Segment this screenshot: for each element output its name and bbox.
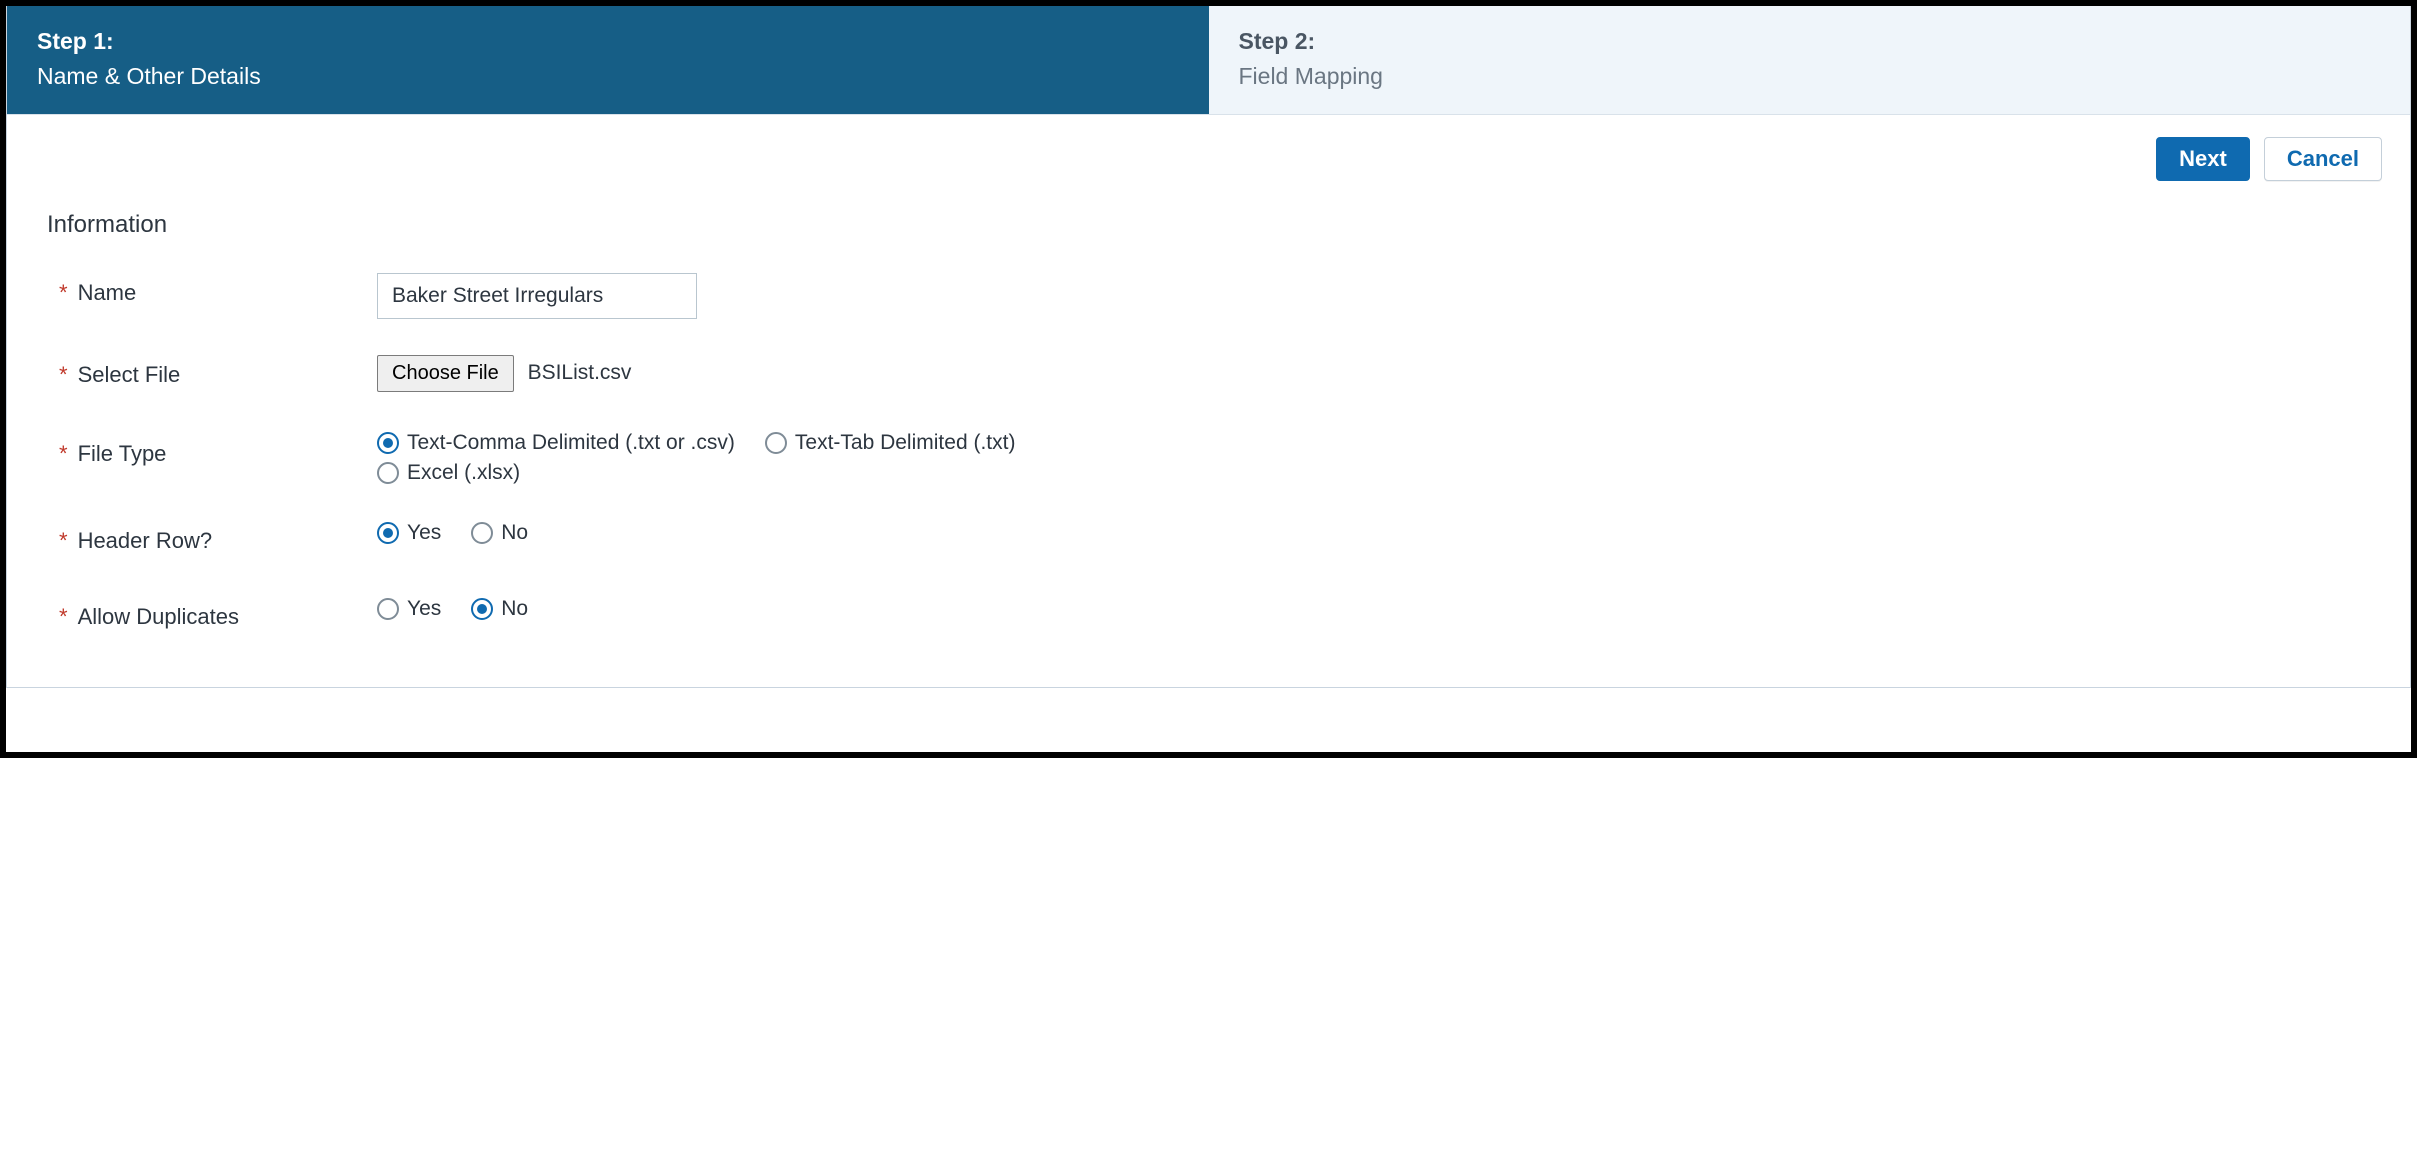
label-name: * Name: [47, 273, 377, 313]
file-type-csv-label: Text-Comma Delimited (.txt or .csv): [407, 431, 735, 455]
name-input[interactable]: [377, 273, 697, 319]
step-tabs: Step 1: Name & Other Details Step 2: Fie…: [7, 6, 2410, 115]
file-type-radio-group: Text-Comma Delimited (.txt or .csv) Text…: [377, 431, 1157, 485]
form-area: Information * Name * Select File Choose: [7, 191, 2410, 687]
label-header-row: * Header Row?: [47, 521, 377, 561]
allow-duplicates-label-text: Allow Duplicates: [78, 604, 239, 630]
select-file-label-text: Select File: [78, 362, 181, 388]
required-marker: *: [59, 362, 68, 388]
next-button[interactable]: Next: [2156, 137, 2250, 181]
file-type-tab-label: Text-Tab Delimited (.txt): [795, 431, 1016, 455]
allow-duplicates-radio-group: Yes No: [377, 597, 2370, 621]
allow-duplicates-yes-label: Yes: [407, 597, 441, 621]
required-marker: *: [59, 441, 68, 467]
row-name: * Name: [47, 273, 2370, 319]
required-marker: *: [59, 604, 68, 630]
step-2-number: Step 2:: [1239, 26, 2381, 57]
row-header-row: * Header Row? Yes No: [47, 521, 2370, 561]
header-row-yes-label: Yes: [407, 521, 441, 545]
step-1-number: Step 1:: [37, 26, 1179, 57]
file-type-option-tab[interactable]: Text-Tab Delimited (.txt): [765, 431, 1016, 455]
allow-duplicates-option-no[interactable]: No: [471, 597, 528, 621]
step-2-title: Field Mapping: [1239, 61, 2381, 92]
allow-duplicates-option-yes[interactable]: Yes: [377, 597, 441, 621]
file-type-label-text: File Type: [78, 441, 167, 467]
row-file-type: * File Type Text-Comma Delimited (.txt o…: [47, 431, 2370, 485]
radio-icon: [377, 462, 399, 484]
radio-icon: [377, 598, 399, 620]
wizard-inner: Step 1: Name & Other Details Step 2: Fie…: [6, 6, 2411, 688]
step-1-title: Name & Other Details: [37, 61, 1179, 92]
row-select-file: * Select File Choose File BSIList.csv: [47, 355, 2370, 395]
required-marker: *: [59, 528, 68, 554]
radio-icon: [377, 432, 399, 454]
choose-file-button[interactable]: Choose File: [377, 355, 514, 392]
file-type-option-xlsx[interactable]: Excel (.xlsx): [377, 461, 1157, 485]
radio-icon: [471, 522, 493, 544]
header-row-option-no[interactable]: No: [471, 521, 528, 545]
required-marker: *: [59, 280, 68, 306]
header-row-option-yes[interactable]: Yes: [377, 521, 441, 545]
section-title: Information: [47, 211, 2370, 239]
radio-icon: [471, 598, 493, 620]
file-type-xlsx-label: Excel (.xlsx): [407, 461, 520, 485]
radio-icon: [765, 432, 787, 454]
radio-icon: [377, 522, 399, 544]
cancel-button[interactable]: Cancel: [2264, 137, 2382, 181]
header-row-radio-group: Yes No: [377, 521, 2370, 545]
header-row-label-text: Header Row?: [78, 528, 213, 554]
row-allow-duplicates: * Allow Duplicates Yes No: [47, 597, 2370, 637]
label-select-file: * Select File: [47, 355, 377, 395]
wizard-frame: Step 1: Name & Other Details Step 2: Fie…: [0, 0, 2417, 758]
step-tab-2[interactable]: Step 2: Field Mapping: [1209, 6, 2411, 114]
label-allow-duplicates: * Allow Duplicates: [47, 597, 377, 637]
action-bar: Next Cancel: [7, 115, 2410, 191]
allow-duplicates-no-label: No: [501, 597, 528, 621]
step-tab-1[interactable]: Step 1: Name & Other Details: [7, 6, 1209, 114]
header-row-no-label: No: [501, 521, 528, 545]
selected-filename: BSIList.csv: [528, 361, 632, 384]
name-label-text: Name: [78, 280, 137, 306]
label-file-type: * File Type: [47, 431, 377, 471]
file-type-option-csv[interactable]: Text-Comma Delimited (.txt or .csv): [377, 431, 735, 455]
